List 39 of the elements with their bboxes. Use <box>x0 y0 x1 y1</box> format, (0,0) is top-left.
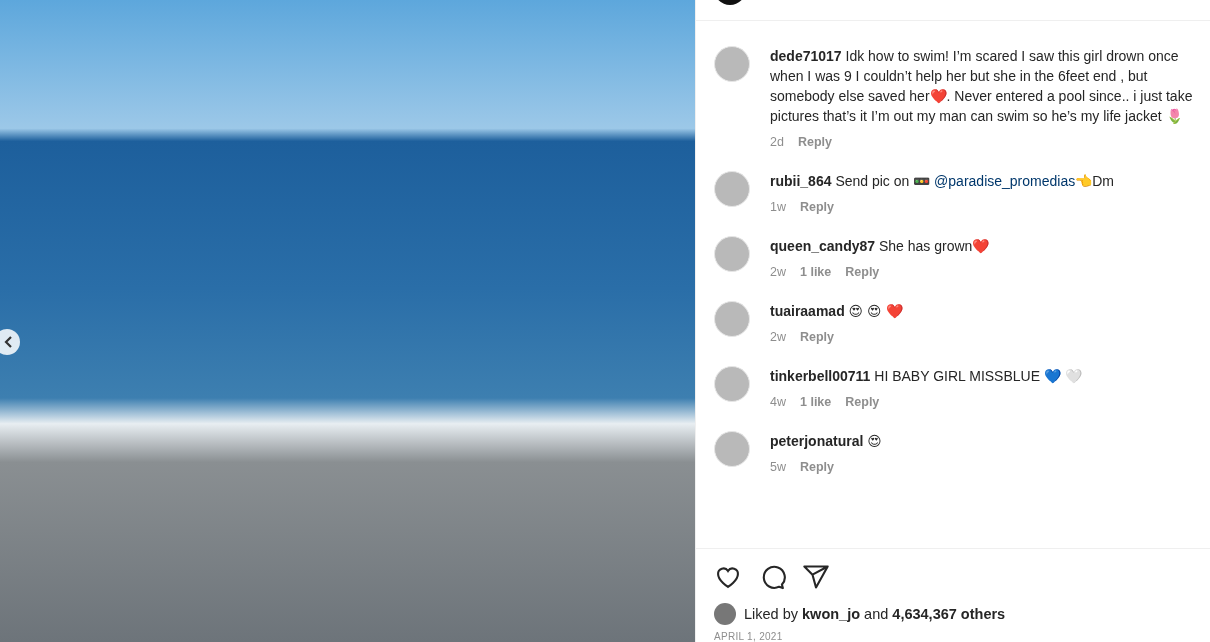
comment-text: rubii_864 Send pic on 🚥 @paradise_promedias👈Dm <box>770 172 1114 191</box>
user-avatar[interactable] <box>714 366 750 402</box>
reply-button[interactable]: Reply <box>797 135 832 149</box>
reply-button[interactable]: Reply <box>845 395 880 409</box>
reply-button[interactable]: Reply <box>800 460 835 474</box>
mention-link[interactable]: @paradise_promedias <box>934 173 1076 189</box>
username-link[interactable]: queen_candy87 <box>770 238 876 254</box>
reply-button[interactable]: Reply <box>800 200 835 214</box>
comment-text: peterjonatural 😍 <box>770 432 882 451</box>
username-link[interactable]: tuairaamad <box>770 303 845 319</box>
username-link[interactable]: peterjonatural <box>770 433 864 449</box>
chevron-left-icon <box>4 336 14 348</box>
liked-by-text: Liked by kwon_jo and 4,634,367 others <box>744 606 1006 622</box>
user-avatar[interactable] <box>714 46 750 82</box>
username-link[interactable]: rubii_864 <box>770 173 832 189</box>
user-avatar[interactable] <box>714 171 750 207</box>
previous-button[interactable] <box>0 329 20 355</box>
comment-text: tuairaamad 😍 😍 ❤ <box>770 302 903 321</box>
post-date: APRIL 1, 2021 <box>713 630 784 642</box>
paper-plane-icon <box>802 563 830 591</box>
share-button[interactable] <box>802 563 830 591</box>
comment-time: 2w <box>770 265 786 279</box>
comment-time: 2w <box>770 330 786 344</box>
comment-time: 2d <box>770 135 784 149</box>
comment-text: dede71017 Idk how to swim! I’m scared I saw this girl drown once when I was 9 I couldn’t help her but she in the 6feet end , but somebody else saved her❤. Never entered a pool since.. i just take pictures that’s it I’m out my man can swim so he’s my life jacket 🌷 <box>770 47 1194 126</box>
likes-count-button[interactable]: 1 like <box>800 395 832 409</box>
comment-time: 5w <box>770 460 786 474</box>
username-link[interactable]: dede71017 <box>770 48 842 64</box>
comment-time: 4w <box>770 395 786 409</box>
user-avatar[interactable] <box>714 301 750 337</box>
user-avatar[interactable] <box>714 236 750 272</box>
comment-text: queen_candy87 She has grown❤ <box>770 237 990 256</box>
comment-time: 1w <box>770 200 786 214</box>
likes-count-button[interactable]: 1 like <box>800 265 832 279</box>
reply-button[interactable]: Reply <box>845 265 880 279</box>
username-link[interactable]: tinkerbell00711 <box>770 368 871 384</box>
liker-avatar[interactable] <box>714 603 736 625</box>
user-avatar[interactable] <box>714 431 750 467</box>
reply-button[interactable]: Reply <box>800 330 835 344</box>
